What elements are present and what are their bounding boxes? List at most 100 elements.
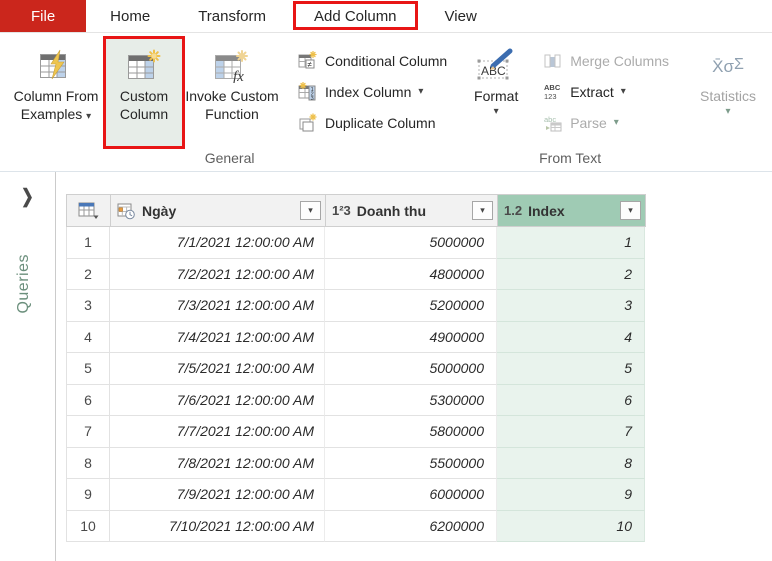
- group-label-statistics: [681, 147, 772, 171]
- index-cell[interactable]: 7: [497, 416, 645, 448]
- index-cell[interactable]: 8: [497, 447, 645, 479]
- ribbon-tab-bar: File Home Transform Add Column View: [0, 0, 772, 33]
- conditional-column-icon: ≠: [298, 51, 318, 70]
- table-row: 7 7/7/2021 12:00:00 AM 5800000 7: [66, 416, 646, 448]
- date-cell[interactable]: 7/7/2021 12:00:00 AM: [110, 416, 325, 448]
- date-cell[interactable]: 7/8/2021 12:00:00 AM: [110, 447, 325, 479]
- revenue-cell[interactable]: 6200000: [325, 510, 497, 542]
- index-column-label: Index Column: [325, 83, 412, 100]
- data-preview-table: Ngày ▾ 1²3 Doanh thu ▾ 1.2 Index ▾ 1 7/1…: [66, 194, 646, 542]
- date-cell[interactable]: 7/2/2021 12:00:00 AM: [110, 258, 325, 290]
- date-cell[interactable]: 7/9/2021 12:00:00 AM: [110, 479, 325, 511]
- row-number-cell[interactable]: 7: [66, 416, 110, 448]
- date-cell[interactable]: 7/5/2021 12:00:00 AM: [110, 353, 325, 385]
- invoke-custom-function-button[interactable]: fx Invoke Custom Function: [182, 39, 282, 147]
- column-header-ngay[interactable]: Ngày ▾: [111, 195, 326, 226]
- extract-button[interactable]: ABC 123 Extract ▾: [535, 76, 677, 107]
- select-all-header[interactable]: [67, 195, 111, 226]
- row-number-cell[interactable]: 6: [66, 384, 110, 416]
- expand-queries-pane-icon[interactable]: ❯: [21, 185, 34, 207]
- revenue-cell[interactable]: 5800000: [325, 416, 497, 448]
- revenue-cell[interactable]: 4800000: [325, 258, 497, 290]
- tab-add-column[interactable]: Add Column: [290, 0, 421, 32]
- table-row: 8 7/8/2021 12:00:00 AM 5500000 8: [66, 447, 646, 479]
- filter-button-index[interactable]: ▾: [620, 201, 641, 220]
- row-number-cell[interactable]: 10: [66, 510, 110, 542]
- row-number-cell[interactable]: 9: [66, 479, 110, 511]
- whole-number-type-icon: 1²3: [332, 203, 351, 218]
- merge-columns-button[interactable]: Merge Columns: [535, 45, 677, 76]
- extract-caret-icon: ▾: [620, 86, 626, 97]
- index-cell[interactable]: 2: [497, 258, 645, 290]
- column-name: Index: [528, 202, 565, 219]
- data-preview-area: Ngày ▾ 1²3 Doanh thu ▾ 1.2 Index ▾ 1 7/1…: [56, 172, 772, 561]
- table-row: 3 7/3/2021 12:00:00 AM 5200000 3: [66, 290, 646, 322]
- revenue-cell[interactable]: 5000000: [325, 227, 497, 259]
- group-label-general: General: [204, 150, 255, 166]
- revenue-cell[interactable]: 5300000: [325, 384, 497, 416]
- duplicate-column-button[interactable]: Duplicate Column: [290, 107, 455, 138]
- date-cell[interactable]: 7/4/2021 12:00:00 AM: [110, 321, 325, 353]
- column-header-doanh-thu[interactable]: 1²3 Doanh thu ▾: [326, 195, 498, 226]
- duplicate-column-label: Duplicate Column: [325, 114, 436, 131]
- column-header-index[interactable]: 1.2 Index ▾: [498, 195, 646, 226]
- index-cell[interactable]: 9: [497, 479, 645, 511]
- tab-home[interactable]: Home: [86, 0, 174, 32]
- date-cell[interactable]: 7/10/2021 12:00:00 AM: [110, 510, 325, 542]
- index-cell[interactable]: 5: [497, 353, 645, 385]
- row-number-cell[interactable]: 5: [66, 353, 110, 385]
- revenue-cell[interactable]: 4900000: [325, 321, 497, 353]
- revenue-cell[interactable]: 6000000: [325, 479, 497, 511]
- index-column-caret-icon: ▾: [418, 86, 424, 97]
- filter-button-ngay[interactable]: ▾: [300, 201, 321, 220]
- table-row: 4 7/4/2021 12:00:00 AM 4900000 4: [66, 321, 646, 353]
- tab-add-column-label: Add Column: [313, 7, 397, 25]
- custom-column-button[interactable]: Custom Column: [103, 36, 185, 149]
- index-cell[interactable]: 4: [497, 321, 645, 353]
- from-text-small-buttons: Merge Columns ABC 123 Extract ▾ abc Pars…: [535, 39, 677, 138]
- row-number-cell[interactable]: 2: [66, 258, 110, 290]
- index-cell[interactable]: 6: [497, 384, 645, 416]
- filter-button-doanh-thu[interactable]: ▾: [472, 201, 493, 220]
- parse-button[interactable]: abc Parse ▾: [535, 107, 677, 138]
- row-number-cell[interactable]: 8: [66, 447, 110, 479]
- custom-column-label: Custom Column: [119, 88, 169, 122]
- index-cell[interactable]: 10: [497, 510, 645, 542]
- format-caret-icon: ▾: [493, 105, 499, 117]
- row-number-cell[interactable]: 3: [66, 290, 110, 322]
- revenue-cell[interactable]: 5200000: [325, 290, 497, 322]
- revenue-cell[interactable]: 5000000: [325, 353, 497, 385]
- row-number-cell[interactable]: 4: [66, 321, 110, 353]
- column-name: Ngày: [142, 202, 177, 219]
- table-row: 5 7/5/2021 12:00:00 AM 5000000 5: [66, 353, 646, 385]
- index-column-button[interactable]: 1 2 3 Index Column ▾: [290, 76, 455, 107]
- statistics-button[interactable]: X̄σ Σ Statistics ▾: [687, 39, 769, 147]
- group-label-from-text: From Text: [539, 150, 602, 166]
- editor-main: ❯ Queries Ngày ▾ 1²3 Doanh thu ▾ 1.2 Ind…: [0, 172, 772, 561]
- row-number-cell[interactable]: 1: [66, 227, 110, 259]
- tab-file[interactable]: File: [0, 0, 87, 32]
- conditional-column-label: Conditional Column: [325, 52, 448, 69]
- ribbon-group-statistics: X̄σ Σ Statistics ▾: [681, 33, 772, 171]
- index-cell[interactable]: 3: [497, 290, 645, 322]
- general-small-buttons: ≠ Conditional Column 1 2 3 Index Column …: [290, 39, 455, 138]
- tab-view[interactable]: View: [421, 0, 501, 32]
- queries-pane-label[interactable]: Queries: [15, 254, 33, 314]
- parse-icon: abc: [543, 114, 563, 132]
- column-from-examples-button[interactable]: Column From Examples ▾: [6, 39, 106, 147]
- svg-text:fx: fx: [233, 69, 244, 83]
- format-button[interactable]: ABC Format ▾: [465, 39, 527, 147]
- tab-transform[interactable]: Transform: [174, 0, 290, 32]
- date-cell[interactable]: 7/6/2021 12:00:00 AM: [110, 384, 325, 416]
- extract-label: Extract: [570, 83, 614, 100]
- ribbon: Column From Examples ▾ Custom Column fx …: [0, 33, 772, 172]
- statistics-icon: X̄σ Σ: [712, 56, 744, 76]
- date-cell[interactable]: 7/3/2021 12:00:00 AM: [110, 290, 325, 322]
- merge-columns-label: Merge Columns: [570, 52, 670, 69]
- index-cell[interactable]: 1: [497, 227, 645, 259]
- extract-icon: ABC 123: [543, 83, 563, 101]
- revenue-cell[interactable]: 5500000: [325, 447, 497, 479]
- table-header-row: Ngày ▾ 1²3 Doanh thu ▾ 1.2 Index ▾: [66, 194, 646, 227]
- date-cell[interactable]: 7/1/2021 12:00:00 AM: [110, 227, 325, 259]
- conditional-column-button[interactable]: ≠ Conditional Column: [290, 45, 455, 76]
